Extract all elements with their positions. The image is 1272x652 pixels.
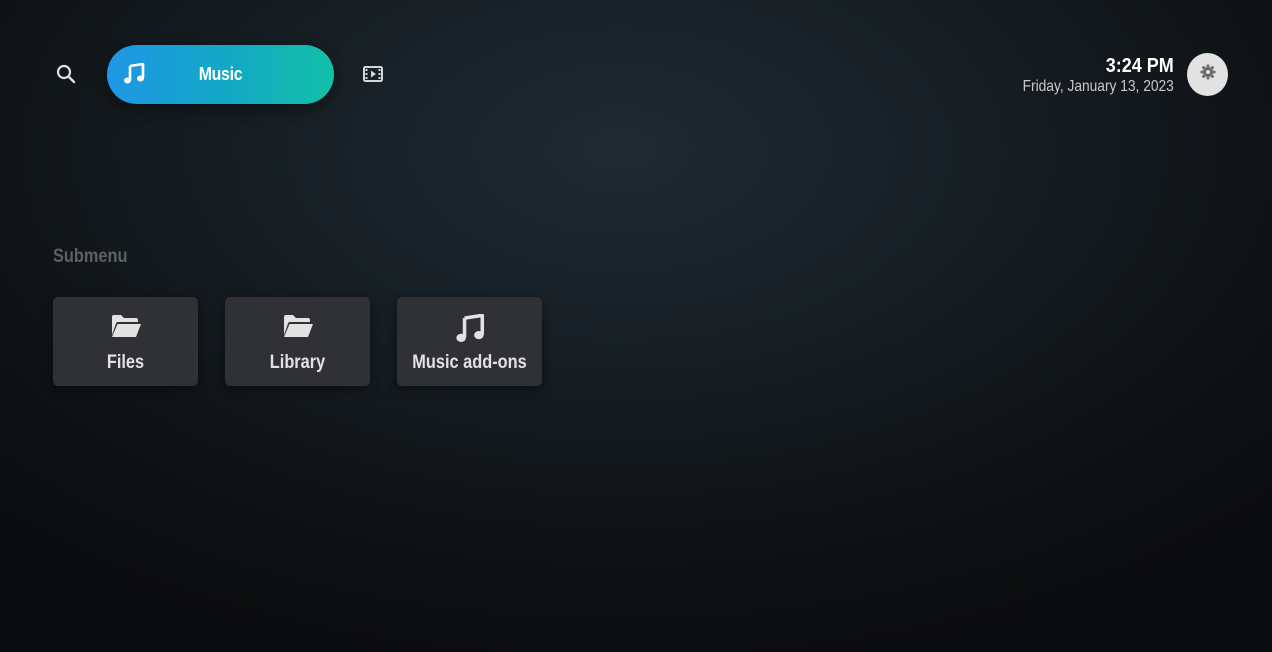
clock-date: Friday, January 13, 2023 bbox=[1022, 78, 1174, 95]
folder-open-icon bbox=[225, 314, 370, 340]
submenu-item-label: Library bbox=[269, 352, 326, 373]
search-button[interactable] bbox=[50, 60, 82, 92]
search-icon bbox=[56, 64, 76, 89]
nav-music-button[interactable]: Music bbox=[107, 45, 334, 104]
top-bar: Music 3:24 PM Friday, January 13, 2023 bbox=[0, 0, 1272, 130]
settings-button[interactable] bbox=[1187, 53, 1228, 96]
clock: 3:24 PM Friday, January 13, 2023 bbox=[998, 55, 1174, 97]
submenu-item-library[interactable]: Library bbox=[225, 297, 370, 386]
folder-open-icon bbox=[53, 314, 198, 340]
nav-music-label: Music bbox=[198, 64, 243, 84]
video-icon bbox=[363, 65, 383, 87]
submenu-item-music-add-ons[interactable]: Music add-ons bbox=[397, 297, 542, 386]
nav-video-button[interactable] bbox=[360, 63, 386, 89]
submenu-tiles: Files Library Music add-ons bbox=[53, 297, 542, 386]
clock-time: 3:24 PM bbox=[1105, 55, 1174, 77]
submenu-title: Submenu bbox=[53, 246, 128, 267]
submenu-item-files[interactable]: Files bbox=[53, 297, 198, 386]
gear-icon bbox=[1200, 64, 1216, 85]
submenu-item-label: Files bbox=[106, 352, 145, 373]
music-note-icon bbox=[397, 314, 542, 342]
submenu-item-label: Music add-ons bbox=[412, 352, 527, 373]
